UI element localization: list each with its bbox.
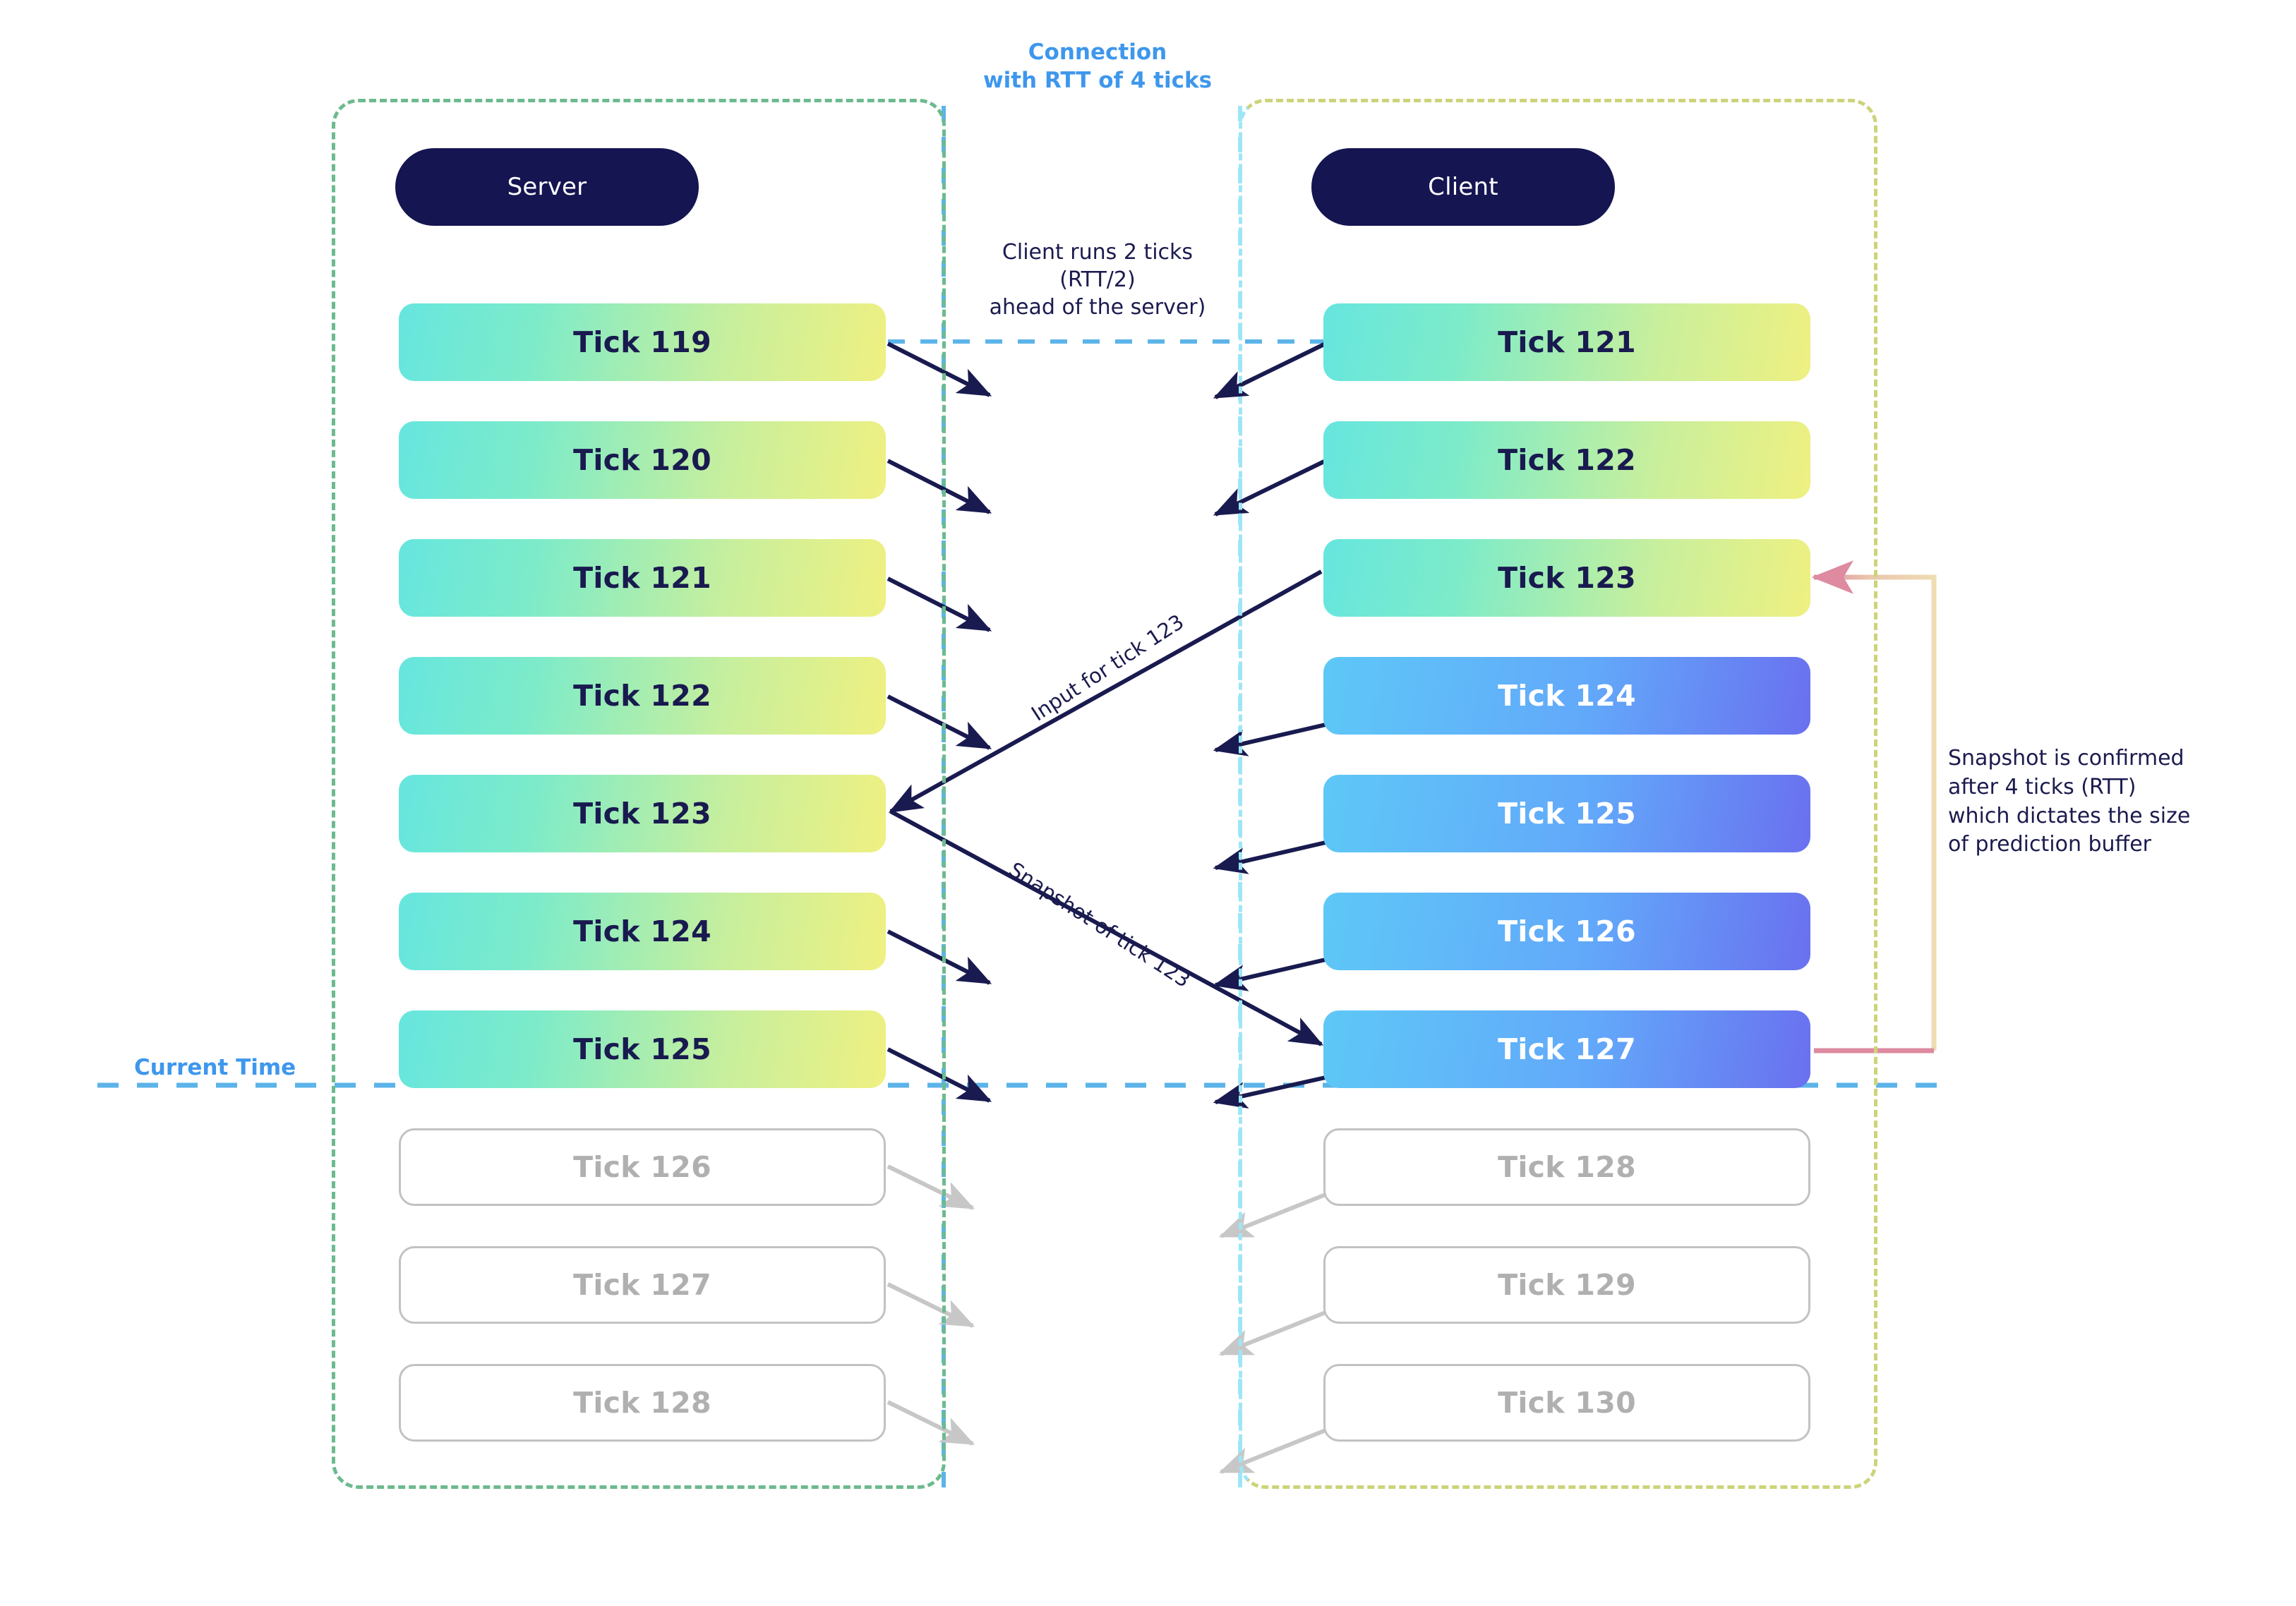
client-tick-box-future: Tick 130 <box>1323 1364 1810 1442</box>
tick-label: Tick 128 <box>1498 1150 1636 1184</box>
connection-annotation-line2: with RTT of 4 ticks <box>982 67 1213 93</box>
client-ahead-annotation: Client runs 2 ticks (RTT/2) ahead of the… <box>949 239 1246 321</box>
client-tick-box-future: Tick 129 <box>1323 1246 1810 1324</box>
prediction-buffer-line1: Snapshot is confirmed <box>1948 746 2184 771</box>
server-tick-box: Tick 124 <box>399 893 886 970</box>
server-badge: Server <box>395 148 699 226</box>
prediction-buffer-line3: which dictates the size <box>1948 803 2191 828</box>
server-tick-box-future: Tick 126 <box>399 1128 886 1206</box>
tick-label: Tick 122 <box>573 679 711 713</box>
client-tick-box-predicted: Tick 124 <box>1323 657 1810 735</box>
tick-label: Tick 126 <box>1498 914 1636 948</box>
tick-label: Tick 127 <box>573 1268 711 1302</box>
client-tick-box-predicted: Tick 126 <box>1323 893 1810 970</box>
client-tick-box: Tick 122 <box>1323 421 1810 499</box>
tick-label: Tick 125 <box>1498 797 1636 831</box>
server-tick-box: Tick 121 <box>399 539 886 617</box>
tick-label: Tick 128 <box>573 1386 711 1420</box>
server-tick-box-future: Tick 128 <box>399 1364 886 1442</box>
prediction-buffer-annotation: Snapshot is confirmed after 4 ticks (RTT… <box>1948 744 2230 859</box>
tick-label: Tick 129 <box>1498 1268 1636 1302</box>
client-tick-box-future: Tick 128 <box>1323 1128 1810 1206</box>
tick-label: Tick 130 <box>1498 1386 1636 1420</box>
tick-label: Tick 123 <box>1498 561 1636 595</box>
connection-annotation-line1: Connection <box>1028 40 1167 65</box>
prediction-buffer-line4: of prediction buffer <box>1948 832 2152 857</box>
client-ahead-line1: Client runs 2 ticks <box>1002 240 1194 265</box>
tick-label: Tick 125 <box>573 1032 711 1066</box>
server-tick-box: Tick 125 <box>399 1010 886 1088</box>
connection-rtt-annotation: Connection with RTT of 4 ticks <box>921 39 1274 95</box>
client-tick-box: Tick 121 <box>1323 303 1810 381</box>
server-tick-box: Tick 123 <box>399 775 886 852</box>
tick-label: Tick 124 <box>573 914 711 948</box>
tick-label: Tick 124 <box>1498 679 1636 713</box>
tick-label: Tick 126 <box>573 1150 711 1184</box>
client-tick-box-predicted: Tick 125 <box>1323 775 1810 852</box>
diagram-canvas: Server Client Tick 119 Tick 120 Tick 121… <box>0 0 2296 1606</box>
client-tick-box-predicted: Tick 127 <box>1323 1010 1810 1088</box>
server-tick-box: Tick 122 <box>399 657 886 735</box>
prediction-buffer-line2: after 4 ticks (RTT) <box>1948 774 2136 799</box>
client-badge: Client <box>1311 148 1615 226</box>
tick-label: Tick 122 <box>1498 443 1636 477</box>
server-tick-box-future: Tick 127 <box>399 1246 886 1324</box>
server-tick-box: Tick 120 <box>399 421 886 499</box>
client-tick-box: Tick 123 <box>1323 539 1810 617</box>
tick-label: Tick 120 <box>573 443 711 477</box>
current-time-label: Current Time <box>134 1055 296 1080</box>
server-badge-label: Server <box>507 173 587 201</box>
client-badge-label: Client <box>1428 173 1498 201</box>
tick-label: Tick 121 <box>1498 325 1636 359</box>
client-ahead-line3: ahead of the server) <box>989 295 1206 320</box>
tick-label: Tick 123 <box>573 797 711 831</box>
server-tick-box: Tick 119 <box>399 303 886 381</box>
client-ahead-line2: (RTT/2) <box>1059 267 1136 292</box>
tick-label: Tick 121 <box>573 561 711 595</box>
tick-label: Tick 119 <box>573 325 711 359</box>
tick-label: Tick 127 <box>1498 1032 1636 1066</box>
